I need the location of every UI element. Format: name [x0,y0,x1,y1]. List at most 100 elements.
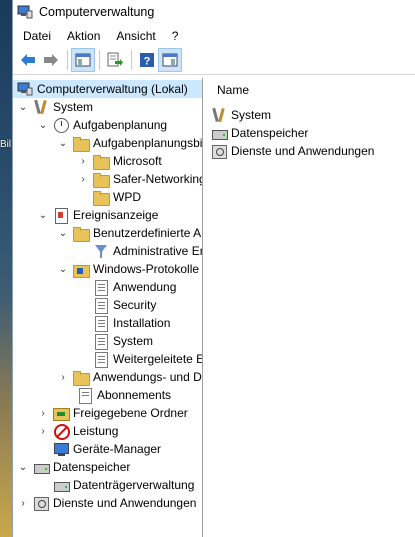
services-applications-icon [33,495,49,511]
folder-clock-icon [73,135,90,152]
chevron-down-icon[interactable]: ⌄ [17,98,29,116]
back-button[interactable] [17,49,39,71]
tree-item-label: Aufgabenplanungsbibliothek [93,136,203,150]
list-item-label: Datenspeicher [231,126,309,140]
toolbar-separator [67,50,68,70]
filter-icon [93,243,109,259]
folder-filter-icon [73,225,90,242]
tree-item-datenspeicher[interactable]: ⌄ Datenspeicher [17,458,130,476]
column-header-name[interactable]: Name [203,78,415,102]
chevron-down-icon[interactable]: ⌄ [57,134,69,152]
desktop-background: Bil [0,0,12,537]
tree-item-label: System [113,334,154,348]
tree-item-label: WPD [113,190,141,204]
chevron-right-icon[interactable]: › [77,152,89,170]
menu-aktion[interactable]: Aktion [59,26,108,46]
chevron-down-icon[interactable]: ⌄ [57,224,69,242]
tree-item-aufgabenplanung[interactable]: ⌄ Aufgabenplanung [37,116,167,134]
tree-item-label: Freigegebene Ordner [73,406,188,420]
computer-management-window: Computerverwaltung Datei Aktion Ansicht … [12,0,415,537]
menu-help[interactable]: ? [164,26,187,46]
chevron-down-icon[interactable]: ⌄ [17,458,29,476]
tree-item-weitergeleitete-ereignisse[interactable]: Weitergeleitete Ereignisse [93,350,202,368]
chevron-down-icon[interactable]: ⌄ [37,206,49,224]
chevron-right-icon[interactable]: › [37,404,49,422]
tree-item-freigegebene-ordner[interactable]: › Freigegebene Ordner [37,404,188,422]
toolbar-separator [99,50,100,70]
menu-bar: Datei Aktion Ansicht ? [13,26,415,46]
tree-item-aufgabenplanungsbibliothek[interactable]: ⌄ Aufgabenplanungsbibliothek [57,134,203,152]
device-manager-icon [53,441,69,457]
chevron-right-icon[interactable]: › [57,368,69,386]
tree-item-administrative-ereignisse[interactable]: Administrative Ereignisse [93,242,203,260]
show-hide-action-pane-button[interactable] [158,48,182,72]
tree-item-system[interactable]: ⌄ System [17,98,93,116]
list-item-dienste-und-anwendungen[interactable]: Dienste und Anwendungen [211,142,374,160]
subscriptions-icon [77,387,93,404]
tree-item-safer-networking[interactable]: › Safer-Networking [77,170,203,188]
tree-item-label: System [53,100,94,114]
menu-ansicht[interactable]: Ansicht [108,26,163,46]
tree-item-installation[interactable]: Installation [93,314,170,332]
desktop-icon-label[interactable]: Bil [0,139,12,150]
help-button[interactable]: ? [136,49,158,71]
log-icon [93,279,109,296]
forward-arrow-icon [44,54,58,66]
chevron-right-icon[interactable]: › [77,170,89,188]
tree-item-abonnements[interactable]: Abonnements [77,386,171,404]
tree-item-anwendungs-und-dienstprotokolle[interactable]: › Anwendungs- und Dienstprotokolle [57,368,202,386]
tree-item-label: Geräte-Manager [73,442,162,456]
chevron-down-icon[interactable]: ⌄ [57,260,69,278]
result-pane: Name System Datenspeicher Dienste und An… [203,78,415,537]
folder-icon [93,153,110,170]
tree-item-windows-protokolle[interactable]: ⌄ Windows-Protokolle [57,260,199,278]
windows-logs-icon [73,261,90,278]
tree-item-label: Safer-Networking [113,172,203,186]
title-bar: Computerverwaltung [13,0,415,24]
help-icon: ? [140,53,154,68]
tree-item-datentraegerverwaltung[interactable]: Datenträgerverwaltung [53,476,194,494]
tree-item-leistung[interactable]: › Leistung [37,422,118,440]
tree-item-label: Weitergeleitete Ereignisse [113,352,202,366]
tree-item-label: Microsoft [113,154,162,168]
log-icon [93,297,109,314]
shared-folders-icon [53,405,70,421]
tree-item-geraete-manager[interactable]: Geräte-Manager [53,440,161,458]
computer-management-icon [17,4,33,20]
system-tools-icon [211,107,227,123]
list-item-system[interactable]: System [211,106,271,124]
console-tree-icon [75,53,91,67]
performance-icon [53,423,70,440]
main-panes: Computerverwaltung (Lokal) ⌄ System ⌄ Au… [13,78,415,537]
menu-datei[interactable]: Datei [15,26,59,46]
folder-icon [93,189,110,206]
disk-management-icon [53,477,70,493]
tree-item-label: Benutzerdefinierte Ansichten [93,226,202,240]
tree-item-dienste-und-anwendungen[interactable]: › Dienste und Anwendungen [17,494,196,512]
tree-item-computerverwaltung-lokal[interactable]: Computerverwaltung (Lokal) [13,80,202,98]
log-icon [93,351,109,368]
list-item-label: System [231,108,272,122]
tree-item-label: Administrative Ereignisse [113,244,203,258]
chevron-right-icon[interactable]: › [17,494,29,512]
export-list-button[interactable] [104,49,126,71]
tree-item-benutzerdefinierte-ansichten[interactable]: ⌄ Benutzerdefinierte Ansichten [57,224,202,242]
list-item-datenspeicher[interactable]: Datenspeicher [211,124,308,142]
show-hide-console-tree-button[interactable] [71,48,95,72]
event-viewer-icon [53,207,69,224]
tree-item-label: Leistung [73,424,119,438]
tree-item-anwendung[interactable]: Anwendung [93,278,176,296]
tree-item-label: Anwendungs- und Dienstprotokolle [93,370,202,384]
chevron-down-icon[interactable]: ⌄ [37,116,49,134]
tree-item-microsoft[interactable]: › Microsoft [77,152,162,170]
forward-button[interactable] [40,49,62,71]
tree-item-ereignisanzeige[interactable]: ⌄ Ereignisanzeige [37,206,158,224]
system-tools-icon [33,99,49,115]
tree-item-security[interactable]: Security [93,296,156,314]
tree-item-system-log[interactable]: System [93,332,153,350]
window-title: Computerverwaltung [39,5,155,19]
chevron-right-icon[interactable]: › [37,422,49,440]
tree-item-wpd[interactable]: WPD [93,188,141,206]
toolbar-separator [131,50,132,70]
services-applications-icon [211,143,227,159]
